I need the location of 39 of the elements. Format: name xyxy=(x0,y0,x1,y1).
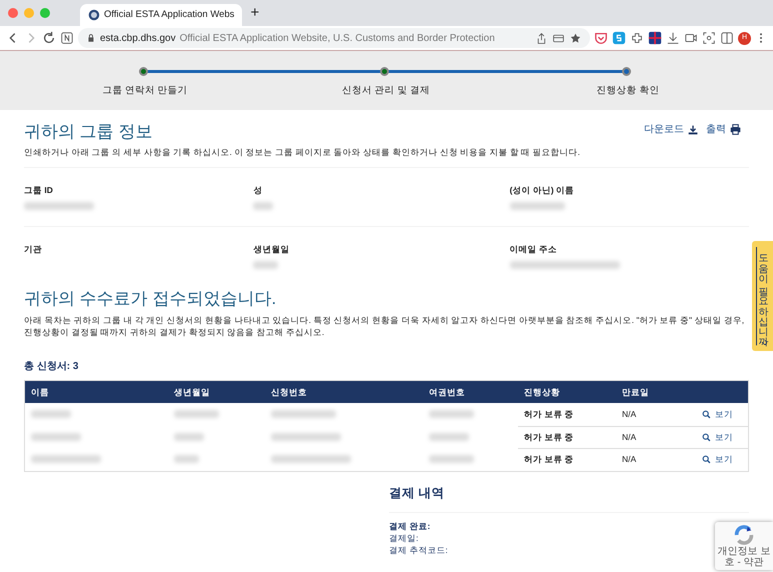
column-header: 신청번호 xyxy=(270,386,308,399)
step-label: 신청서 관리 및 결제 xyxy=(342,84,430,98)
table-cell-text: N/A xyxy=(621,408,638,421)
column-header: 이름 xyxy=(30,386,50,399)
table-cell-text: 허가 보류 중 xyxy=(523,453,575,466)
field-label: 생년월일 xyxy=(253,243,290,256)
field-label: 기관 xyxy=(24,243,43,256)
description: 인쇄하거나 아래 그룹 의 세부 사항을 기록 하십시오. 이 정보는 그룹 페이지로 돌아와 상태를 확인하거나 신청 비용을 지불 할 때 필요합니다. xyxy=(24,146,581,160)
column-header: 생년월일 xyxy=(173,386,211,399)
table-cell-text: 허가 보류 중 xyxy=(523,408,575,421)
print-link[interactable]: 출력 xyxy=(706,122,741,137)
table-cell-text: N/A xyxy=(621,453,638,466)
payment-label: 결제 추적코드: xyxy=(389,545,448,557)
payment-label: 결제일: xyxy=(389,533,418,546)
browser-tab[interactable]: Official ESTA Application Webs xyxy=(80,4,242,26)
column-header: 여권번호 xyxy=(428,386,466,399)
download-link[interactable]: 다운로드 xyxy=(644,122,698,137)
field-label: 이메일 주소 xyxy=(510,243,558,256)
section-title: 결제 내역 xyxy=(389,484,446,502)
payment-label: 결제 완료: xyxy=(389,521,430,534)
view-link[interactable]: 보기 xyxy=(702,430,733,444)
step-label: 진행상황 확인 xyxy=(596,84,660,98)
column-header: 만료일 xyxy=(621,386,650,399)
description: 아래 목차는 귀하의 그룹 내 각 개인 신청서의 현황을 나타내고 있습니다. 특정 신청서의 현황을 더욱 자세히 알고자 하신다면 아랫부분을 참조해 주십시오. "허가 보류 중" 상태일 경우, 진행상황이 결정될 때까지 귀하의 결제가 확정되지 않음을 참고해 주십시오. xyxy=(24,314,746,340)
section-title: 귀하의 수수료가 접수되었습니다. xyxy=(24,289,278,310)
step-label: 그룹 연락처 만들기 xyxy=(102,84,188,98)
table-cell-text: N/A xyxy=(621,430,638,444)
total-count: 총 신청서: 3 xyxy=(24,360,80,374)
table-cell-text: 허가 보류 중 xyxy=(523,430,575,444)
help-tab[interactable]: 도움이 필요하십니까? xyxy=(752,241,773,352)
field-label: 그룹 ID xyxy=(24,184,54,197)
field-label: (성이 아닌) 이름 xyxy=(510,184,576,197)
view-link[interactable]: 보기 xyxy=(702,453,733,466)
address-bar[interactable]: esta.cbp.dhs.gov Official ESTA Application Website, U.S. Customs and Border Protection xyxy=(78,28,590,48)
section-title: 귀하의 그룹 정보 xyxy=(24,122,152,142)
column-header: 진행상황 xyxy=(523,386,561,399)
field-label: 성 xyxy=(253,184,264,197)
new-tab-button[interactable]: + xyxy=(250,2,260,24)
view-link[interactable]: 보기 xyxy=(702,408,733,421)
